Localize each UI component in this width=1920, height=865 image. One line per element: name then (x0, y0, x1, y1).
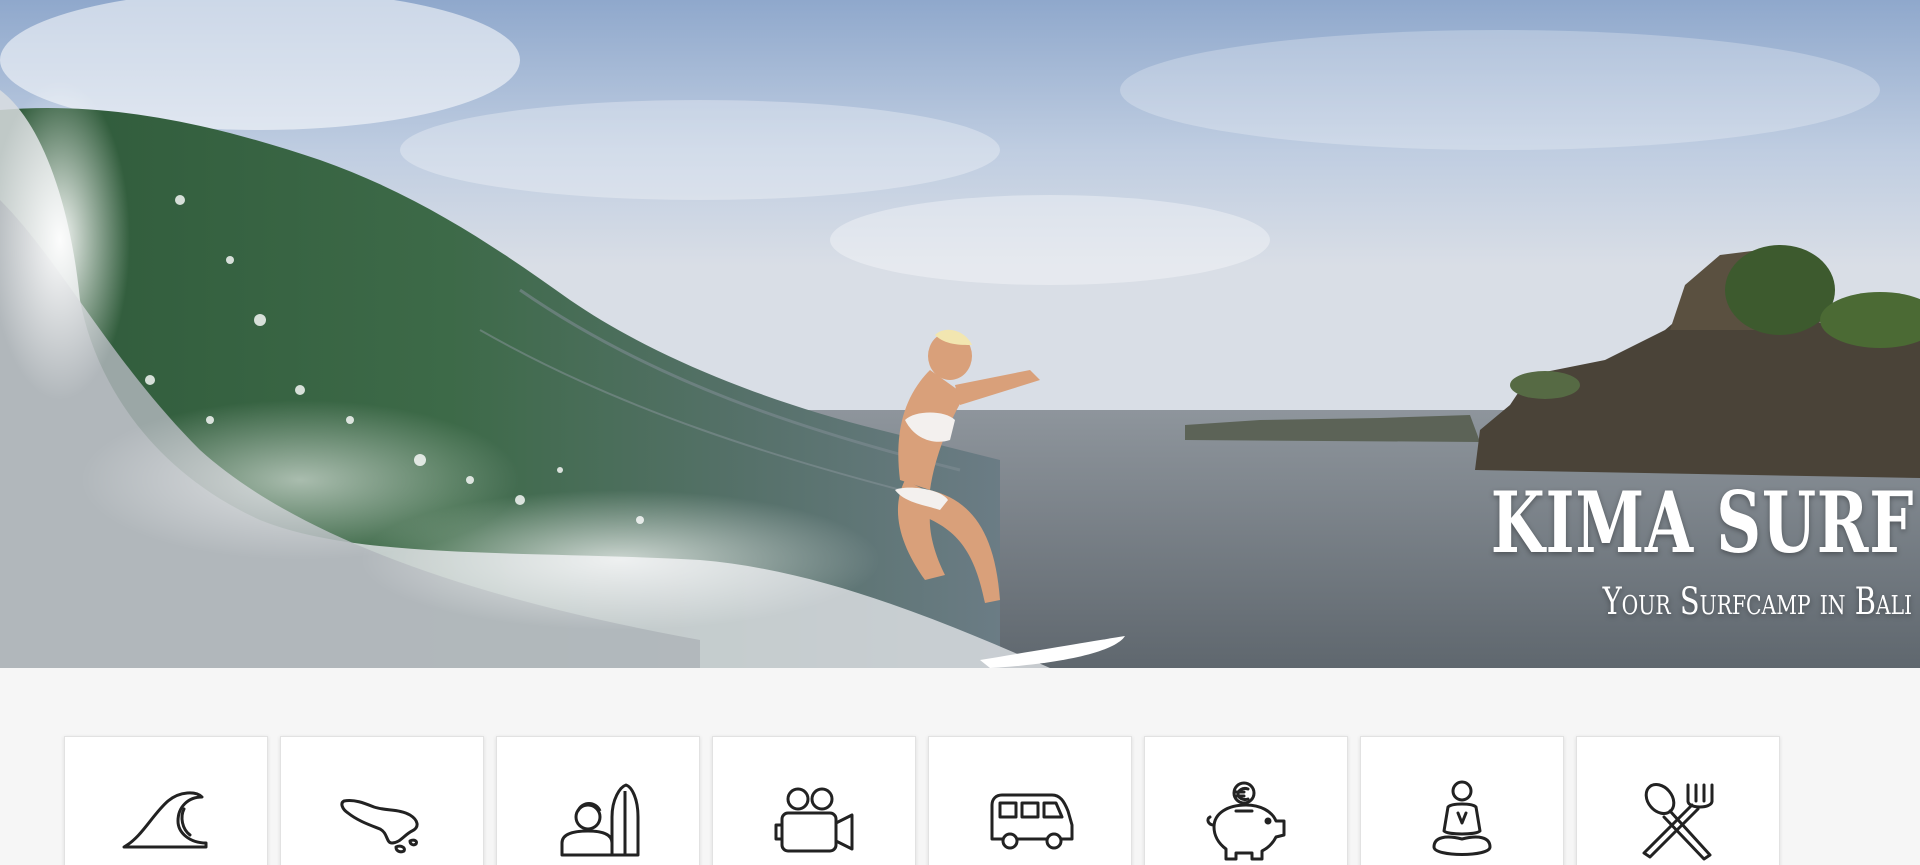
service-tile-coaching[interactable] (496, 736, 700, 865)
service-tile-food[interactable] (1576, 736, 1780, 865)
site-title: KIMA SURF (1490, 473, 1914, 572)
van-icon (982, 777, 1078, 865)
yoga-meditation-icon (1414, 777, 1510, 865)
service-tile-transport[interactable] (928, 736, 1132, 865)
surfer-with-board-icon (550, 777, 646, 865)
service-tile-surf-lessons[interactable] (64, 736, 268, 865)
service-tile-prices[interactable] (1144, 736, 1348, 865)
site-tagline: Your Surfcamp in Bali (1602, 580, 1912, 623)
spoon-fork-icon (1630, 777, 1726, 865)
bali-map-icon (334, 777, 430, 865)
piggy-bank-euro-icon (1198, 777, 1294, 865)
service-icon-row (64, 736, 1784, 865)
video-camera-icon (766, 777, 862, 865)
page: KIMA SURF Your Surfcamp in Bali (0, 0, 1920, 865)
service-tile-video[interactable] (712, 736, 916, 865)
hero-banner: KIMA SURF Your Surfcamp in Bali (0, 0, 1920, 668)
service-tile-yoga[interactable] (1360, 736, 1564, 865)
brand-block: KIMA SURF Your Surfcamp in Bali (1342, 478, 1920, 622)
service-tile-bali[interactable] (280, 736, 484, 865)
wave-icon (118, 777, 214, 865)
